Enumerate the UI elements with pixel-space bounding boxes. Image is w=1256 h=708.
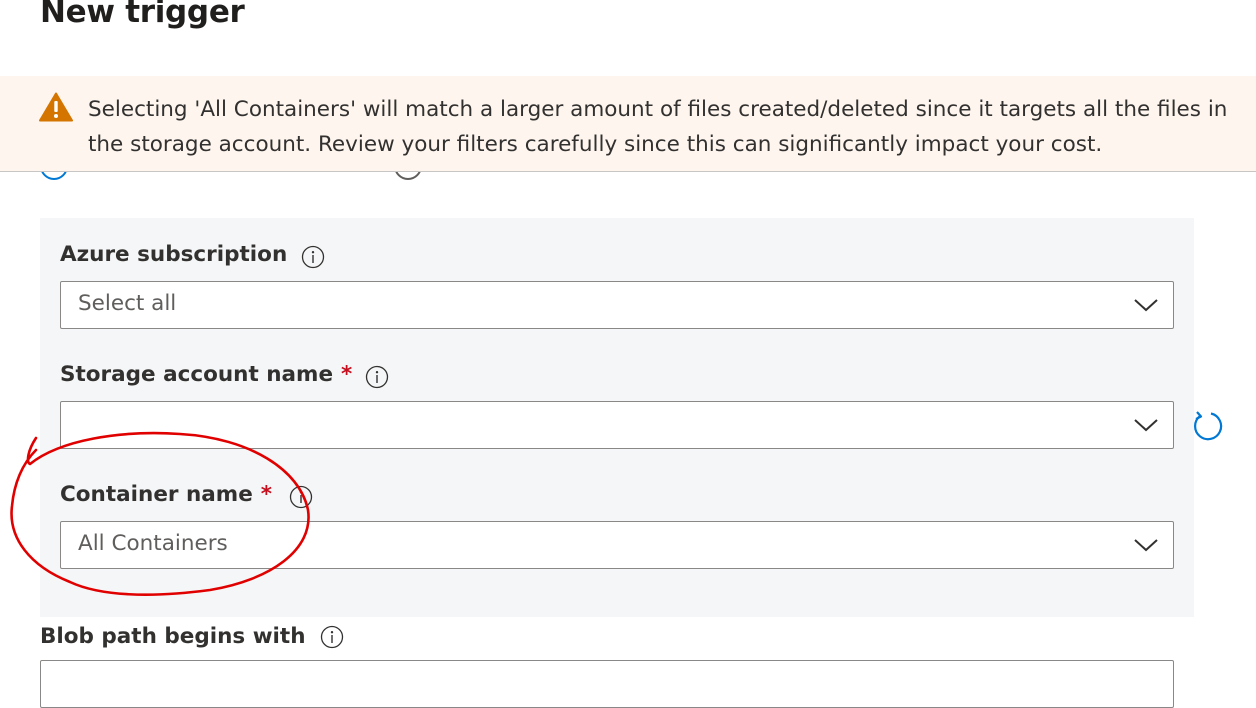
info-icon[interactable] [289, 485, 313, 509]
blob-path-input[interactable] [40, 660, 1174, 708]
chevron-down-icon [1134, 539, 1158, 552]
chevron-down-icon [1134, 419, 1158, 432]
info-icon[interactable] [301, 245, 325, 269]
warning-message-bar: Selecting 'All Containers' will match a … [0, 76, 1256, 172]
required-asterisk: * [341, 362, 353, 387]
container-name-dropdown[interactable]: All Containers [60, 521, 1174, 569]
azure-subscription-value: Select all [78, 291, 177, 316]
storage-account-name-label: Storage account name * [60, 362, 353, 387]
warning-triangle-icon [39, 92, 73, 122]
radio-button[interactable] [394, 172, 422, 180]
container-name-label: Container name * [60, 482, 273, 507]
azure-subscription-label: Azure subscription [60, 242, 288, 267]
blob-path-label: Blob path begins with [40, 624, 306, 649]
azure-subscription-dropdown[interactable]: Select all [60, 281, 1174, 329]
container-name-value: All Containers [78, 531, 228, 556]
warning-text: Selecting 'All Containers' will match a … [88, 97, 1228, 157]
refresh-icon[interactable] [1189, 408, 1225, 444]
page-title: New trigger [40, 0, 245, 30]
radio-button-selected[interactable] [40, 172, 68, 180]
storage-account-name-dropdown[interactable] [60, 401, 1174, 449]
required-asterisk: * [260, 482, 273, 507]
info-icon[interactable] [365, 365, 389, 389]
radio-row-partial [0, 172, 1256, 186]
info-icon[interactable] [320, 625, 344, 649]
chevron-down-icon [1134, 299, 1158, 312]
